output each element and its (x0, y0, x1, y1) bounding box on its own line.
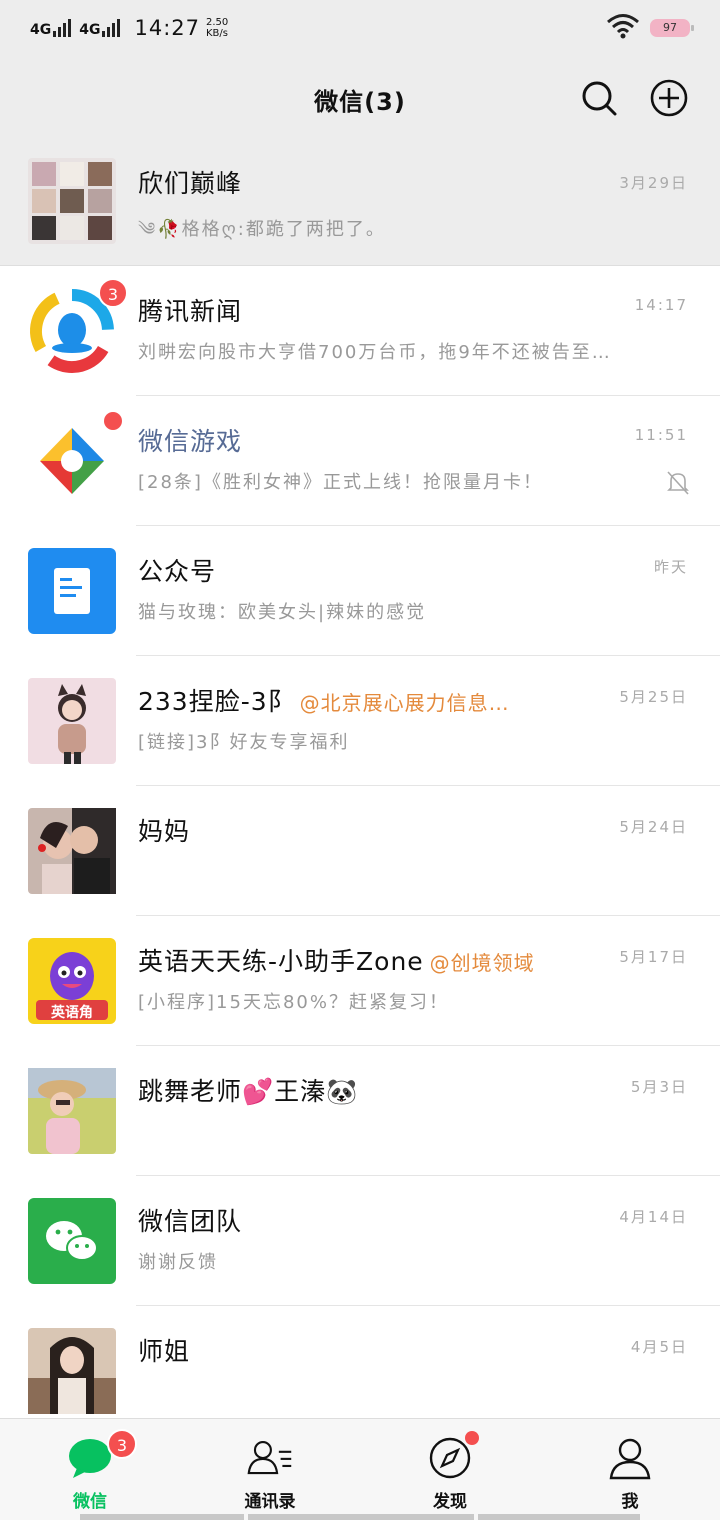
tab-label: 发现 (433, 1492, 467, 1512)
top-header: 微信(3) (0, 56, 720, 142)
signal-bars-icon (53, 19, 72, 37)
contact-avatar (28, 678, 116, 764)
chat-item-tencent-news[interactable]: 3 腾讯新闻 14:17 刘畊宏向股市大亨借700万台币，拖9年不还被告至… (0, 266, 720, 396)
chat-mention: @北京展心展力信息… (299, 691, 510, 715)
status-bar: 4G 4G 14:27 2.50 KB/s 97 (0, 0, 720, 56)
chat-preview: [链接]3阝好友专享福利 (138, 732, 350, 753)
contact-avatar (28, 1328, 116, 1414)
chat-name-text: 英语天天练-小助手Zone (138, 947, 424, 976)
sim1-signal: 4G (30, 19, 72, 38)
chat-time: 5月3日 (630, 1078, 688, 1096)
compass-icon (427, 1431, 479, 1481)
bottom-tab-bar: 3 微信 通讯录 发现 我 (0, 1418, 720, 1520)
chat-preview: 刘畊宏向股市大亨借700万台币，拖9年不还被告至… (138, 342, 612, 363)
tab-label: 微信 (73, 1492, 107, 1512)
chat-item-wechat-team[interactable]: 微信团队 4月14日 谢谢反馈 (0, 1176, 720, 1306)
chat-item-dance-teacher[interactable]: 跳舞老师💕王溱🐼 5月3日 (0, 1046, 720, 1176)
chat-time: 5月17日 (619, 948, 688, 966)
tab-me[interactable]: 我 (540, 1419, 720, 1520)
plus-circle-icon (650, 79, 688, 117)
gesture-bar (478, 1514, 640, 1520)
chat-preview: [小程序]15天忘80%？赶紧复习！ (138, 992, 449, 1013)
network-speed: 2.50 KB/s (206, 17, 228, 39)
search-icon (582, 81, 617, 116)
tab-label: 通讯录 (244, 1492, 296, 1512)
tab-discover[interactable]: 发现 (360, 1419, 540, 1520)
chat-name: 师姐 (138, 1337, 191, 1366)
search-button[interactable] (579, 78, 619, 118)
chat-time: 昨天 (653, 558, 688, 576)
clock: 14:27 (134, 16, 200, 40)
wechat-games-avatar (28, 412, 122, 504)
chat-preview: 谢谢反馈 (138, 1252, 218, 1273)
chat-name: 妈妈 (138, 817, 191, 846)
chat-item-mom[interactable]: 妈妈 5月24日 (0, 786, 720, 916)
tab-label: 我 (621, 1492, 639, 1512)
avatar-caption: 英语角 (51, 1005, 93, 1021)
chat-name: 233捏脸-3阝 @北京展心展力信息… (138, 682, 510, 718)
notification-dot (465, 1431, 479, 1445)
chat-time: 4月14日 (619, 1208, 688, 1226)
chat-name-text: 233捏脸-3阝 (138, 687, 294, 716)
chat-name: 腾讯新闻 (138, 297, 243, 326)
tencent-news-avatar: 3 (28, 278, 128, 374)
person-icon (607, 1435, 653, 1481)
chat-preview: [28条]《胜利女神》正式上线！抢限量月卡！ (138, 472, 543, 493)
contact-avatar (28, 808, 116, 894)
chat-time: 4月5日 (630, 1338, 688, 1356)
chat-time: 3月29日 (619, 174, 688, 192)
chat-item-senior-sister[interactable]: 师姐 4月5日 (0, 1306, 720, 1436)
tab-chats[interactable]: 3 微信 (0, 1419, 180, 1520)
page-title: 微信(3) (314, 87, 406, 116)
chat-name: 微信游戏 (138, 427, 243, 456)
chat-time: 5月25日 (619, 688, 688, 706)
gesture-bar (80, 1514, 244, 1520)
add-button[interactable] (649, 78, 689, 118)
chat-icon: 3 (67, 1429, 137, 1481)
signal-bars-icon (102, 19, 121, 37)
mute-bell-icon (666, 470, 690, 500)
chat-item-official-accounts[interactable]: 公众号 昨天 猫与玫瑰：欧美女头|辣妹的感觉 (0, 526, 720, 656)
unread-dot (104, 412, 122, 430)
wechat-team-avatar (28, 1198, 116, 1284)
official-accounts-avatar (28, 548, 116, 634)
battery-indicator: 97 (650, 19, 694, 37)
chat-item-233[interactable]: 233捏脸-3阝 @北京展心展力信息… 5月25日 [链接]3阝好友专享福利 (0, 656, 720, 786)
chat-item-wechat-games[interactable]: 微信游戏 11:51 [28条]《胜利女神》正式上线！抢限量月卡！ (0, 396, 720, 526)
sim2-label: 4G (79, 22, 101, 38)
contacts-icon (247, 1435, 293, 1481)
wifi-icon (606, 13, 640, 43)
gesture-bar (248, 1514, 474, 1520)
chat-name: 微信团队 (138, 1207, 243, 1236)
chat-name: 跳舞老师💕王溱🐼 (138, 1077, 359, 1106)
sim1-label: 4G (30, 22, 52, 38)
chat-time: 14:17 (634, 296, 688, 314)
unread-badge: 3 (98, 278, 128, 308)
chat-preview: ༄🥀格格ღ:都跪了两把了。 (138, 219, 386, 240)
speed-value: 2.50 (206, 17, 229, 28)
chat-item-english-practice[interactable]: 英语角 英语天天练-小助手Zone @创境领域 5月17日 [小程序]15天忘80… (0, 916, 720, 1046)
chat-mention: @创境领域 (429, 951, 535, 975)
group-avatar (28, 158, 116, 244)
chat-name: 公众号 (138, 557, 217, 586)
unread-badge: 3 (107, 1429, 137, 1459)
chat-list: 欣们巅峰 3月29日 ༄🥀格格ღ:都跪了两把了。 3 腾讯新闻 14:17 刘畊… (0, 142, 720, 1436)
tab-contacts[interactable]: 通讯录 (180, 1419, 360, 1520)
speed-unit: KB/s (206, 28, 228, 39)
chat-time: 5月24日 (619, 818, 688, 836)
chat-preview: 猫与玫瑰：欧美女头|辣妹的感觉 (138, 602, 427, 623)
english-corner-avatar: 英语角 (28, 938, 116, 1024)
chat-time: 11:51 (634, 426, 688, 444)
chat-item-group[interactable]: 欣们巅峰 3月29日 ༄🥀格格ღ:都跪了两把了。 (0, 142, 720, 266)
chat-name: 欣们巅峰 (138, 169, 243, 198)
chat-name: 英语天天练-小助手Zone @创境领域 (138, 942, 535, 978)
sim2-signal: 4G (79, 19, 121, 38)
contact-avatar (28, 1068, 116, 1154)
